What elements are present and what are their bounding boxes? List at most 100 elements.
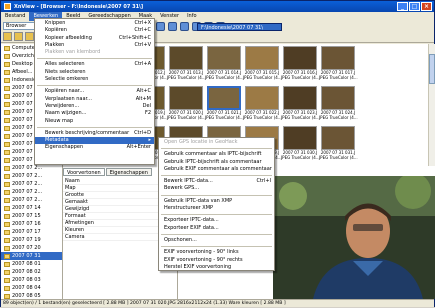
menu-item[interactable]: Gebruik EXIF commentaar als commentaar <box>159 166 274 173</box>
folder-icon <box>4 205 10 211</box>
sort-icon[interactable] <box>180 22 189 31</box>
menu-item[interactable]: Gebruik IPTC-bijschrift als commentaar <box>159 159 274 166</box>
thumbnail-image <box>245 86 279 110</box>
menu-item[interactable]: EXIF voorvertoning - 90° rechts <box>159 257 274 264</box>
tree-item[interactable]: 2007 07 15 <box>1 212 62 220</box>
back-icon[interactable] <box>14 32 23 41</box>
tree-item[interactable]: 2007 07 2... <box>1 164 62 172</box>
thumbnail[interactable]: 2007 07 31 017.J JPEG TrueColor (4... <box>319 46 358 80</box>
thumbnail[interactable]: 2007 07 31 023.J JPEG TrueColor (4... <box>281 86 320 120</box>
tree-item[interactable]: 2007 08 03 <box>1 276 62 284</box>
thumbnail[interactable]: 2007 07 31 016.J JPEG TrueColor (4... <box>281 46 320 80</box>
menu-venster[interactable]: Venster <box>156 12 183 21</box>
tree-item-label: 2007 07 31 <box>12 253 41 259</box>
menu-item-label: Exporteer IPTC-data... <box>164 217 219 224</box>
tree-item[interactable]: 2007 07 14 <box>1 204 62 212</box>
menu-bestand[interactable]: Bestand <box>1 12 29 21</box>
thumbnail[interactable]: 2007 07 31 014.J JPEG TrueColor (4... <box>205 46 244 80</box>
menu-item[interactable]: Alles selecteren Ctrl+A <box>35 61 154 68</box>
thumbnail[interactable]: 2007 07 31 024.J JPEG TrueColor (4... <box>319 86 358 120</box>
refresh-icon[interactable] <box>156 22 165 31</box>
menu-item[interactable]: Herstel EXIF voorvertoning <box>159 264 274 271</box>
maximize-button[interactable]: □ <box>409 2 420 11</box>
menu-item[interactable]: Kopieer afbeelding Ctrl+Shift+C <box>35 35 154 42</box>
tree-item-label: 2007 07 20 <box>12 245 41 251</box>
menu-item[interactable]: Eigenschappen Alt+Enter <box>35 144 154 151</box>
menu-item-label: Kopieer afbeelding <box>45 34 92 41</box>
thumbnail[interactable]: 2007 07 31 030.J JPEG TrueColor (4... <box>281 126 320 160</box>
folder-icon <box>4 101 10 107</box>
tree-item[interactable]: 2007 07 20 <box>1 244 62 252</box>
menu-item[interactable]: Kopiëren Ctrl+C <box>35 27 154 34</box>
tree-item[interactable]: 2007 07 31 <box>1 252 62 260</box>
tab-voorvertonen[interactable]: Voorvertonen <box>63 168 105 176</box>
tree-item[interactable]: 2007 08 04 <box>1 284 62 292</box>
menu-separator <box>37 85 152 87</box>
tree-item[interactable]: 2007 07 2... <box>1 196 62 204</box>
thumbnail[interactable]: 2007 07 31 015.J JPEG TrueColor (4... <box>243 46 282 80</box>
menu-item[interactable]: Exporteer EXIF data... <box>159 225 274 232</box>
thumbnail-scrollbar[interactable] <box>428 44 435 166</box>
thumbnail[interactable]: 2007 07 31 020.J JPEG TrueColor (4... <box>167 86 206 120</box>
menu-item[interactable]: Verwijderen... Del <box>35 103 154 110</box>
tree-item[interactable]: 2007 07 2... <box>1 172 62 180</box>
menu-item-label: Verplaatsen naar... <box>45 95 92 102</box>
menu-item[interactable]: Niets selecteren <box>35 69 154 76</box>
menu-item[interactable]: EXIF voorvertoning - 90° links <box>159 249 274 256</box>
tree-item[interactable]: 2007 07 2... <box>1 188 62 196</box>
info-label: Camera <box>65 234 85 240</box>
menu-item[interactable]: Verplaatsen naar... Alt+M <box>35 96 154 103</box>
thumbnail[interactable]: 2007 07 31 013.J JPEG TrueColor (4... <box>167 46 206 80</box>
thumbnail-format: JPEG TrueColor (4... <box>243 75 282 80</box>
menu-item[interactable]: Gebruik commentaar als IPTC-bijschrift <box>159 151 274 158</box>
menu-item-label: Kopiëren naar... <box>45 88 85 95</box>
menu-item[interactable]: Exporteer IPTC-data... <box>159 217 274 224</box>
tree-item-label: 2007 08 01 <box>12 261 41 267</box>
tree-item[interactable]: 2007 07 17 <box>1 228 62 236</box>
tree-item[interactable]: 2007 08 02 <box>1 268 62 276</box>
scrollbar-thumb[interactable] <box>429 54 435 84</box>
tree-item[interactable]: 2007 07 16 <box>1 220 62 228</box>
title-bar[interactable]: XnView - [Browser - F:\Indonesie\2007 07… <box>1 1 434 12</box>
folder-icon <box>4 141 10 147</box>
thumbnail[interactable]: 2007 07 31 031.J JPEG TrueColor (4... <box>319 126 358 160</box>
tree-item[interactable]: 2007 07 2... <box>1 180 62 188</box>
menu-item-label: Open GPS locatie in GeoHack <box>164 139 238 145</box>
menu-item[interactable]: Knippen Ctrl+X <box>35 20 154 27</box>
tree-item[interactable]: 2007 07 19 <box>1 236 62 244</box>
menu-item[interactable]: Open GPS locatie in GeoHack <box>159 139 274 146</box>
thumbnail[interactable]: 2007 07 31 022.J JPEG TrueColor (4... <box>243 86 282 120</box>
minimize-button[interactable]: _ <box>397 2 408 11</box>
folder-icon <box>4 253 10 259</box>
menu-item[interactable]: Bewerk beschrijving/commentaar Ctrl+D <box>35 130 154 137</box>
browser-tab[interactable]: Browser <box>3 22 37 30</box>
thumbnail-format: JPEG TrueColor (4... <box>281 115 320 120</box>
menu-item[interactable]: Bewerk IPTC-data... Ctrl+I <box>159 178 274 185</box>
view-icon[interactable] <box>168 22 177 31</box>
menu-item[interactable]: Bewerk GPS... <box>159 185 274 192</box>
folder-icon <box>4 221 10 227</box>
menu-item[interactable]: Nieuw map <box>35 118 154 125</box>
tree-item[interactable]: 2007 08 01 <box>1 260 62 268</box>
menu-item[interactable]: Naam wijzigen... F2 <box>35 110 154 117</box>
tab-eigenschappen[interactable]: Eigenschappen <box>105 168 152 176</box>
menu-item[interactable]: Plakken Ctrl+V <box>35 42 154 49</box>
forward-icon[interactable] <box>25 32 34 41</box>
menu-item[interactable]: Metadata ▸ <box>35 137 154 145</box>
close-button[interactable]: × <box>421 2 432 11</box>
menu-item[interactable]: Herstructureer XMP <box>159 205 274 212</box>
tree-item[interactable]: 2007 08 05 <box>1 292 62 299</box>
thumbnail-image <box>321 126 355 150</box>
address-field[interactable]: F:\Indonesie\2007 07 31\ <box>197 23 282 31</box>
menu-item[interactable]: Plakken van klembord <box>35 49 154 56</box>
menu-item[interactable]: Selectie omkeren <box>35 76 154 83</box>
menu-info[interactable]: Info <box>183 12 200 21</box>
menu-item[interactable]: Gebruik IPTC-data van XMP <box>159 198 274 205</box>
window-title: XnView - [Browser - F:\Indonesie\2007 07… <box>14 3 144 10</box>
thumbnail[interactable]: 2007 07 31 021.J JPEG TrueColor (4... <box>205 86 244 120</box>
menu-item-shortcut: Ctrl+X <box>134 20 151 26</box>
thumbnail-format: JPEG TrueColor (4... <box>319 75 358 80</box>
menu-item[interactable]: Opschonen... <box>159 237 274 244</box>
folder-icon[interactable] <box>3 32 12 41</box>
menu-item[interactable]: Kopiëren naar... Alt+C <box>35 88 154 95</box>
